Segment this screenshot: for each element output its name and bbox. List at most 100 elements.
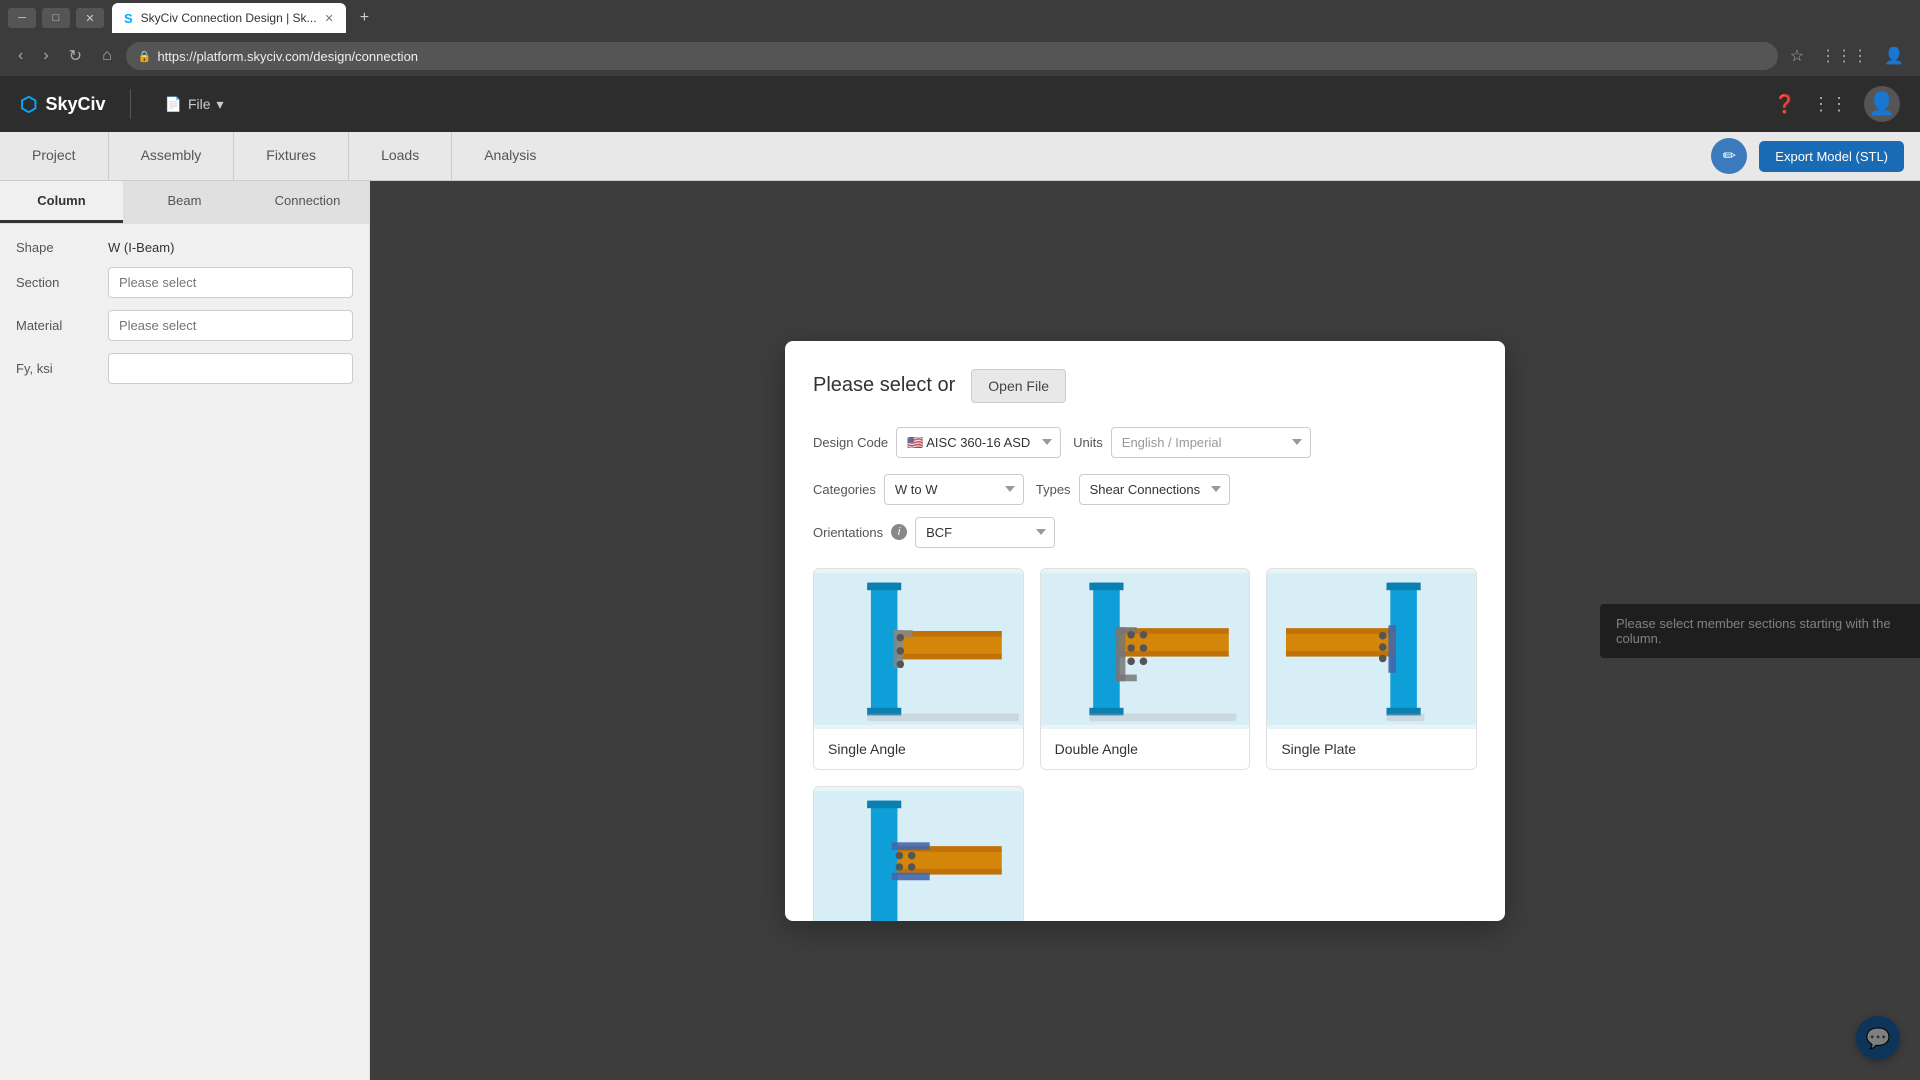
material-input[interactable] [108,310,353,341]
reload-button[interactable]: ↻ [63,42,88,70]
nav-tab-analysis[interactable]: Analysis [452,132,568,180]
user-avatar[interactable]: 👤 [1864,86,1900,122]
modal-overlay: Please select or Open File Design Code 🇺… [370,181,1920,1080]
sidebar: Column Beam Connection Shape W (I-Beam) … [0,181,370,1080]
units-select[interactable]: English / Imperial [1111,427,1311,458]
second-filter-row: Categories W to W Types Shear Connection… [813,474,1477,548]
topbar-actions: ❓ ⋮⋮ 👤 [1774,86,1900,122]
fy-label: Fy, ksi [16,361,96,376]
orientations-label: Orientations [813,525,883,540]
browser-titlebar: ─ □ ✕ S SkyCiv Connection Design | Sk...… [0,0,1920,36]
new-tab-button[interactable]: + [354,9,375,27]
nav-tab-assembly[interactable]: Assembly [109,132,234,180]
file-menu-label: File [188,96,211,112]
edit-pencil-button[interactable]: ✏ [1711,138,1747,174]
units-filter: Units English / Imperial [1073,427,1311,458]
modal-dialog: Please select or Open File Design Code 🇺… [785,341,1505,921]
maximize-button[interactable]: □ [42,8,70,28]
star-icon[interactable]: ☆ [1786,42,1808,70]
app-topbar: ⬡ SkyCiv 📄 File ▾ ❓ ⋮⋮ 👤 [0,76,1920,132]
double-angle-label: Double Angle [1041,729,1250,769]
app-nav-bar: Project Assembly Fixtures Loads Analysis… [0,132,1920,181]
units-label: Units [1073,435,1103,450]
categories-filter: Categories W to W [813,474,1024,505]
orientations-info-icon: i [891,524,907,540]
file-menu[interactable]: 📄 File ▾ [155,90,234,119]
shape-label: Shape [16,240,96,255]
categories-select[interactable]: W to W [884,474,1024,505]
sidebar-tabs: Column Beam Connection [0,181,369,224]
url-bar[interactable]: 🔒 https://platform.skyciv.com/design/con… [126,42,1778,70]
lock-icon: 🔒 [138,50,152,63]
section-field-row: Section [16,267,353,298]
double-angle-image [1041,569,1250,729]
design-code-filter: Design Code 🇺🇸 AISC 360-16 ASD [813,427,1061,458]
single-angle-svg [814,569,1023,729]
browser-tab[interactable]: S SkyCiv Connection Design | Sk... ✕ [112,3,346,33]
material-label: Material [16,318,96,333]
sidebar-fields: Shape W (I-Beam) Section Material Fy, ks… [0,224,369,400]
single-angle-label: Single Angle [814,729,1023,769]
types-filter: Types Shear Connections [1036,474,1230,505]
categories-label: Categories [813,482,876,497]
app-container: ⬡ SkyCiv 📄 File ▾ ❓ ⋮⋮ 👤 Project Assembl… [0,76,1920,1080]
forward-button[interactable]: › [37,43,54,69]
close-button[interactable]: ✕ [76,8,104,28]
sidebar-tab-column[interactable]: Column [0,181,123,223]
back-button[interactable]: ‹ [12,43,29,69]
tab-title: SkyCiv Connection Design | Sk... [141,11,317,25]
design-code-label: Design Code [813,435,888,450]
single-plate-svg [1267,569,1476,729]
app-logo-text: SkyCiv [45,94,105,115]
home-button[interactable]: ⌂ [96,43,118,69]
single-plate-label: Single Plate [1267,729,1476,769]
single-angle-image [814,569,1023,729]
sidebar-tab-beam[interactable]: Beam [123,181,246,223]
shape-field-row: Shape W (I-Beam) [16,240,353,255]
double-plate-image [814,787,1023,921]
file-menu-chevron: ▾ [217,96,224,113]
nav-tab-fixtures[interactable]: Fixtures [234,132,348,180]
modal-header: Please select or Open File [813,369,1477,403]
grid-icon[interactable]: ⋮⋮⋮ [1816,42,1872,70]
minimize-button[interactable]: ─ [8,8,36,28]
double-plate-card[interactable]: Double Plate [813,786,1024,921]
connections-grid: Single Angle [813,568,1477,921]
browser-addressbar: ‹ › ↻ ⌂ 🔒 https://platform.skyciv.com/de… [0,36,1920,76]
app-logo: ⬡ SkyCiv [20,92,106,117]
browser-chrome: ─ □ ✕ S SkyCiv Connection Design | Sk...… [0,0,1920,76]
profile-icon[interactable]: 👤 [1880,42,1908,70]
work-area: Please select member sections starting w… [370,181,1920,1080]
fy-input[interactable] [108,353,353,384]
tab-close-icon[interactable]: ✕ [325,12,334,25]
single-plate-image [1267,569,1476,729]
topbar-divider [130,89,131,119]
apps-icon[interactable]: ⋮⋮ [1812,94,1848,115]
file-icon: 📄 [165,96,182,113]
double-plate-svg [814,787,1023,921]
orientations-select[interactable]: BCF [915,517,1055,548]
topbar-right-actions: ✏ Export Model (STL) [1695,138,1920,174]
design-code-select[interactable]: 🇺🇸 AISC 360-16 ASD [896,427,1061,458]
open-file-button[interactable]: Open File [971,369,1066,403]
skyciv-logo-icon: ⬡ [20,92,37,117]
single-plate-card[interactable]: Single Plate [1266,568,1477,770]
section-label: Section [16,275,96,290]
modal-filters: Design Code 🇺🇸 AISC 360-16 ASD Units Eng… [813,427,1477,548]
modal-title: Please select or [813,374,955,397]
single-angle-card[interactable]: Single Angle [813,568,1024,770]
double-angle-svg [1041,569,1250,729]
browser-action-icons: ☆ ⋮⋮⋮ 👤 [1786,42,1908,70]
export-model-button[interactable]: Export Model (STL) [1759,141,1904,172]
double-angle-card[interactable]: Double Angle [1040,568,1251,770]
types-select[interactable]: Shear Connections [1079,474,1230,505]
url-text: https://platform.skyciv.com/design/conne… [157,49,418,64]
shape-value: W (I-Beam) [108,240,174,255]
main-content: Column Beam Connection Shape W (I-Beam) … [0,181,1920,1080]
types-label: Types [1036,482,1071,497]
sidebar-tab-connection[interactable]: Connection [246,181,369,223]
nav-tab-loads[interactable]: Loads [349,132,451,180]
section-input[interactable] [108,267,353,298]
help-icon[interactable]: ❓ [1774,94,1796,115]
nav-tab-project[interactable]: Project [0,132,108,180]
